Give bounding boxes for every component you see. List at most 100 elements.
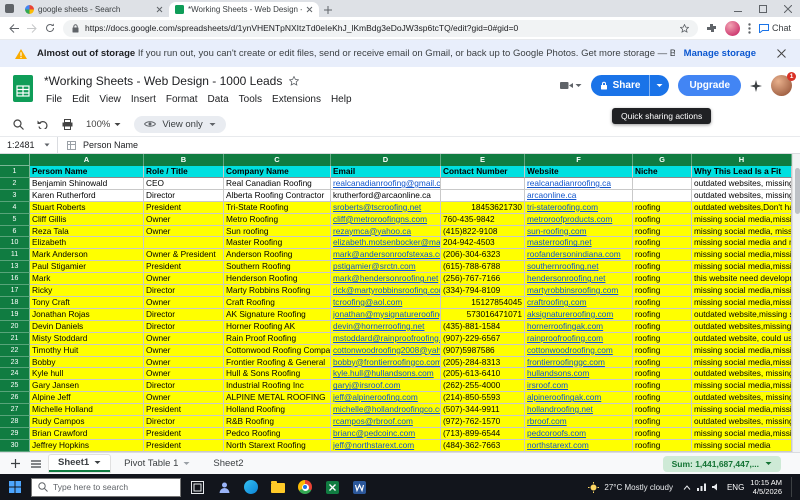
- cell[interactable]: Jeffrey Hopkins: [30, 440, 144, 452]
- cell[interactable]: roofing: [633, 297, 692, 309]
- cell[interactable]: Michelle Holland: [30, 404, 144, 416]
- cell[interactable]: Marty Robbins Roofing: [224, 285, 331, 297]
- cell[interactable]: Rain Proof Roofing: [224, 333, 331, 345]
- cell[interactable]: Reza Tala: [30, 226, 144, 238]
- vertical-scrollbar[interactable]: [792, 154, 800, 452]
- cell[interactable]: Southern Roofing: [224, 261, 331, 273]
- cell[interactable]: Misty Stoddard: [30, 333, 144, 345]
- column-header-C[interactable]: C: [224, 154, 331, 166]
- cell[interactable]: Paul Stigamier: [30, 261, 144, 273]
- print-icon[interactable]: [62, 119, 73, 130]
- cell[interactable]: rainproofroofing.com: [525, 333, 633, 345]
- menu-tools[interactable]: Tools: [234, 93, 267, 106]
- cell[interactable]: (435)-881-1584: [441, 321, 525, 333]
- sheet-tab-sheet2[interactable]: Sheet2: [204, 456, 252, 471]
- banner-close-icon[interactable]: [777, 49, 786, 58]
- cell[interactable]: roofing: [633, 428, 692, 440]
- cell[interactable]: realcanadianroofing@gmail.com: [331, 178, 441, 190]
- row-number[interactable]: 23: [0, 357, 30, 369]
- column-header-G[interactable]: G: [633, 154, 692, 166]
- cell[interactable]: (713)-899-6544: [441, 428, 525, 440]
- row-number[interactable]: 1: [0, 166, 30, 178]
- cell[interactable]: 760-435-9842: [441, 214, 525, 226]
- cell[interactable]: roofing: [633, 273, 692, 285]
- cell[interactable]: roofing: [633, 416, 692, 428]
- cell[interactable]: [633, 178, 692, 190]
- row-number[interactable]: 22: [0, 345, 30, 357]
- formula-input[interactable]: Person Name: [83, 140, 138, 150]
- taskbar-search[interactable]: Type here to search: [31, 478, 181, 497]
- column-header-F[interactable]: F: [525, 154, 633, 166]
- cell[interactable]: (415)822-9108: [441, 226, 525, 238]
- cell[interactable]: Real Canadian Roofing: [224, 178, 331, 190]
- cell[interactable]: sun-roofing.com: [525, 226, 633, 238]
- cell[interactable]: cottonwoodroofing2008@yahoo.com: [331, 345, 441, 357]
- cell[interactable]: hendersonroofing.net: [525, 273, 633, 285]
- cell[interactable]: missing social media, missing: [692, 226, 792, 238]
- chat-button[interactable]: Chat: [759, 23, 791, 33]
- cell[interactable]: Website: [525, 166, 633, 178]
- cell[interactable]: missing social media and m: [692, 237, 792, 249]
- cell[interactable]: Kyle hull: [30, 368, 144, 380]
- cell[interactable]: Tri-State Roofing: [224, 202, 331, 214]
- cell[interactable]: Mark Anderson: [30, 249, 144, 261]
- cell[interactable]: Cottonwood Roofing Company: [224, 345, 331, 357]
- cell[interactable]: Ricky: [30, 285, 144, 297]
- cell[interactable]: missing social media,missing: [692, 249, 792, 261]
- maximize-button[interactable]: [750, 0, 775, 17]
- cell[interactable]: jeff@northstarext.com: [331, 440, 441, 452]
- bookmark-star-icon[interactable]: [680, 24, 689, 33]
- language-indicator[interactable]: ENG: [727, 483, 744, 492]
- cell[interactable]: outdated websites,missing: [692, 321, 792, 333]
- cell[interactable]: 15127854045: [441, 297, 525, 309]
- close-tab-icon[interactable]: [156, 6, 163, 13]
- cell[interactable]: Email: [331, 166, 441, 178]
- cell[interactable]: Cliff Gillis: [30, 214, 144, 226]
- cell[interactable]: brianc@pedcoinc.com: [331, 428, 441, 440]
- cell[interactable]: roofing: [633, 392, 692, 404]
- cell[interactable]: craftroofing.com: [525, 297, 633, 309]
- row-number[interactable]: 5: [0, 214, 30, 226]
- cell[interactable]: Owner & President: [144, 249, 224, 261]
- cell[interactable]: frontierroofinggc.com: [525, 357, 633, 369]
- action-center[interactable]: [791, 477, 796, 497]
- cell[interactable]: Director: [144, 416, 224, 428]
- cell[interactable]: missing social media,missing: [692, 404, 792, 416]
- cell[interactable]: Contact Number: [441, 166, 525, 178]
- row-number[interactable]: 25: [0, 380, 30, 392]
- name-box[interactable]: 1:2481: [0, 137, 58, 153]
- cell[interactable]: (907)5987586: [441, 345, 525, 357]
- menu-insert[interactable]: Insert: [126, 93, 161, 106]
- row-number[interactable]: 24: [0, 368, 30, 380]
- cell[interactable]: krutherford@arcaonline.ca: [331, 190, 441, 202]
- cell[interactable]: mstoddard@rainproofroofing.com: [331, 333, 441, 345]
- forward-icon[interactable]: [27, 24, 37, 33]
- cell[interactable]: roofing: [633, 321, 692, 333]
- cell[interactable]: pstigamier@srctn.com: [331, 261, 441, 273]
- edge-icon[interactable]: [240, 476, 262, 498]
- cell[interactable]: cliff@metroroofingns.com: [331, 214, 441, 226]
- cell[interactable]: (615)-788-6788: [441, 261, 525, 273]
- cell[interactable]: President: [144, 440, 224, 452]
- cell[interactable]: realcanadianroofing.ca: [525, 178, 633, 190]
- clock[interactable]: 10:15 AM 4/5/2026: [750, 478, 782, 497]
- cell[interactable]: roofandersonindiana.com: [525, 249, 633, 261]
- menu-data[interactable]: Data: [203, 93, 234, 106]
- cell[interactable]: cottonwoodroofing.com: [525, 345, 633, 357]
- cell[interactable]: Pedco Roofing: [224, 428, 331, 440]
- menu-edit[interactable]: Edit: [67, 93, 94, 106]
- cell[interactable]: Owner: [144, 345, 224, 357]
- cell[interactable]: outdated websites, missing: [692, 178, 792, 190]
- cell[interactable]: Owner: [144, 357, 224, 369]
- volume-icon[interactable]: [712, 483, 721, 491]
- cell[interactable]: irsroof.com: [525, 380, 633, 392]
- close-window-button[interactable]: [775, 0, 800, 17]
- cell[interactable]: outdated website, could us: [692, 333, 792, 345]
- gemini-sparkle-icon[interactable]: [750, 80, 762, 92]
- cell[interactable]: jeff@alpineroofing.com: [331, 392, 441, 404]
- cell[interactable]: Owner: [144, 297, 224, 309]
- cell[interactable]: missing social media,missing: [692, 214, 792, 226]
- cell[interactable]: outdated website,missing s: [692, 309, 792, 321]
- cell[interactable]: this website need developm: [692, 273, 792, 285]
- cell[interactable]: ALPINE METAL ROOFING: [224, 392, 331, 404]
